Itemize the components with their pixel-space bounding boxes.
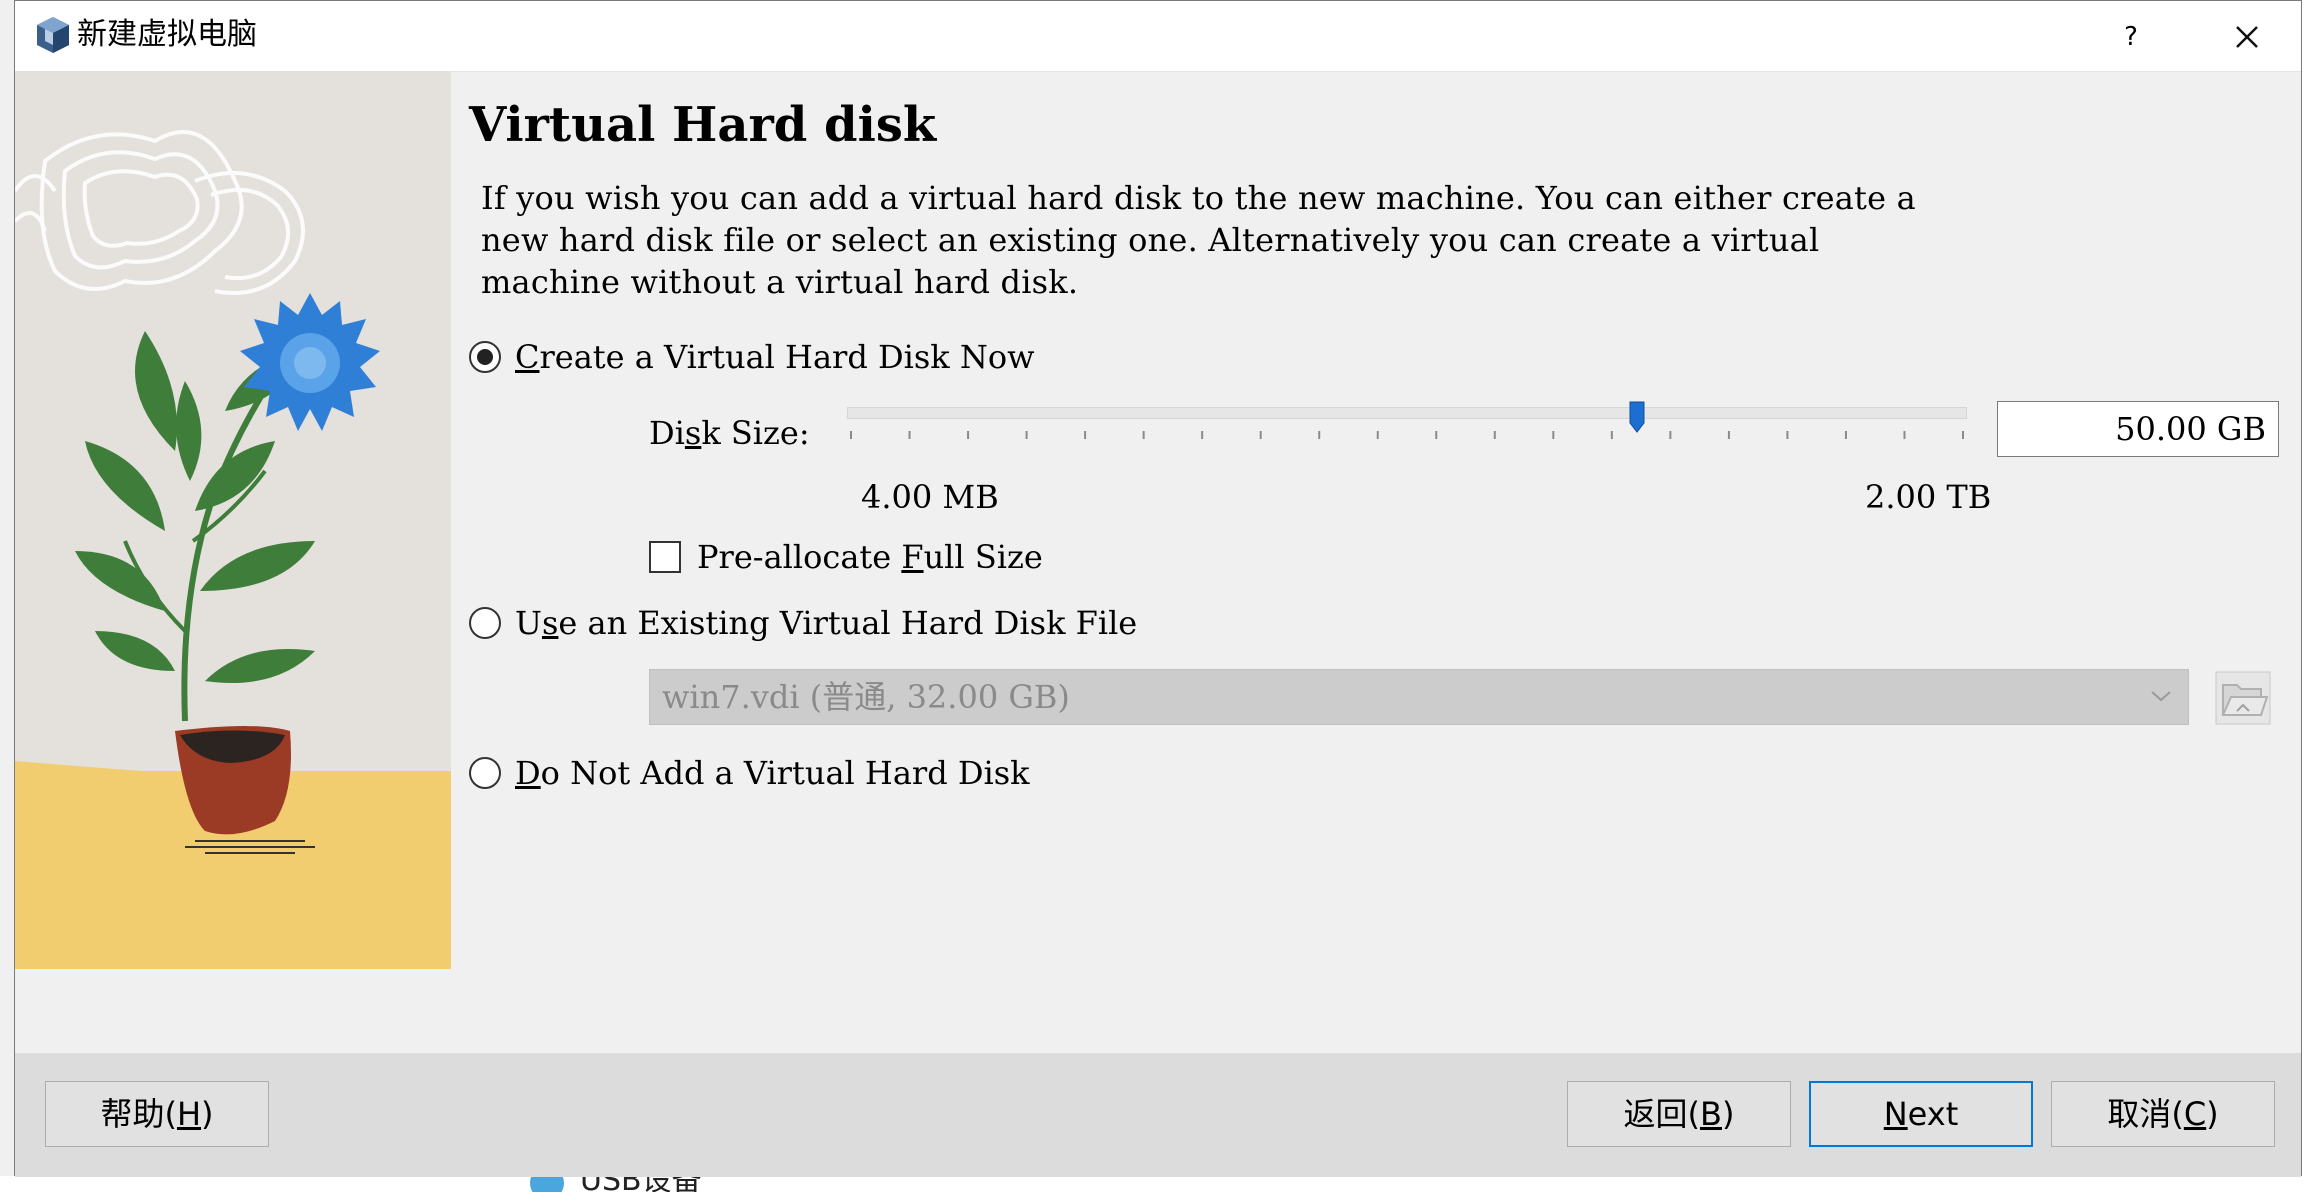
existing-disk-selected-value: win7.vdi (普通, 32.00 GB) (662, 678, 1070, 716)
create-disk-label[interactable]: Create a Virtual Hard Disk Now (515, 337, 1035, 377)
virtualbox-cube-icon (37, 17, 69, 53)
existing-disk-select[interactable]: win7.vdi (普通, 32.00 GB) (649, 669, 2189, 725)
cancel-button[interactable]: 取消(C) (2051, 1081, 2275, 1147)
folder-open-icon[interactable] (2215, 671, 2271, 725)
page-title: Virtual Hard disk (469, 97, 937, 153)
wizard-illustration (15, 71, 451, 969)
description-line: new hard disk file or select an existing… (481, 221, 1820, 259)
page-description: If you wish you can add a virtual hard d… (481, 177, 2081, 303)
dialog-footer: 帮助(H) 返回(B) Next 取消(C) (15, 1053, 2301, 1177)
disk-size-input[interactable]: 50.00 GB (1997, 401, 2279, 457)
description-line: If you wish you can add a virtual hard d… (481, 179, 1916, 217)
preallocate-checkbox[interactable] (649, 541, 681, 573)
disk-size-slider-track[interactable] (847, 407, 1967, 419)
disk-size-slider-handle[interactable] (1629, 401, 1645, 433)
disk-size-label: Disk Size: (649, 414, 810, 452)
use-existing-disk-radio[interactable] (469, 607, 501, 639)
background-window-bottom (0, 1176, 2318, 1192)
preallocate-label[interactable]: Pre-allocate Full Size (697, 537, 1043, 577)
disk-size-slider-ticks (850, 431, 1964, 439)
window-title: 新建虚拟电脑 (77, 17, 257, 52)
chevron-down-icon (2151, 691, 2171, 702)
new-vm-dialog: 新建虚拟电脑 ? Virtual Hard disk If you wish y… (14, 0, 2302, 1177)
background-window-edge (2302, 0, 2318, 1192)
help-button[interactable]: ? (2109, 19, 2153, 55)
no-disk-label[interactable]: Do Not Add a Virtual Hard Disk (515, 753, 1030, 793)
back-button[interactable]: 返回(B) (1567, 1081, 1791, 1147)
description-line: machine without a virtual hard disk. (481, 263, 1079, 301)
disk-size-min-label: 4.00 MB (861, 478, 999, 516)
close-icon[interactable] (2225, 15, 2269, 59)
create-disk-radio[interactable] (469, 341, 501, 373)
use-existing-disk-label[interactable]: Use an Existing Virtual Hard Disk File (515, 603, 1137, 643)
next-button[interactable]: Next (1809, 1081, 2033, 1147)
title-bar: 新建虚拟电脑 ? (15, 1, 2301, 72)
no-disk-radio[interactable] (469, 757, 501, 789)
disk-size-max-label: 2.00 TB (1865, 478, 1992, 516)
help-footer-button[interactable]: 帮助(H) (45, 1081, 269, 1147)
